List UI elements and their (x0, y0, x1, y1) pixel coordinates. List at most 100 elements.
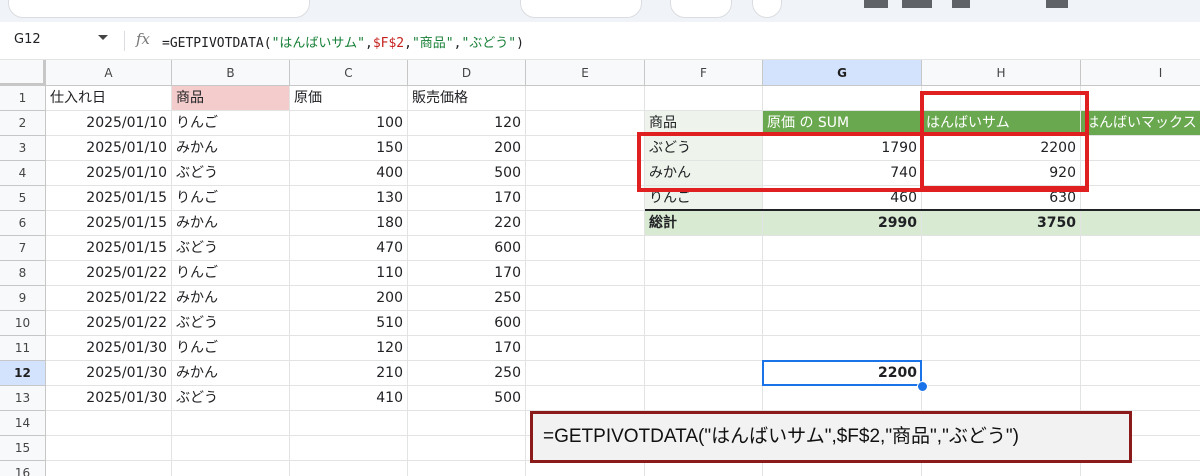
source-data-cell[interactable]: 100 (290, 111, 408, 136)
active-cell-selection[interactable] (762, 360, 922, 386)
empty-cell[interactable] (526, 386, 645, 411)
pivot-total-cell[interactable]: 2990 (763, 211, 922, 236)
empty-cell[interactable] (526, 236, 645, 261)
source-data-cell[interactable]: 250 (408, 361, 526, 386)
pivot-data-cell[interactable] (1081, 136, 1200, 161)
empty-cell[interactable] (46, 461, 172, 476)
row-header-2[interactable]: 2 (0, 111, 46, 136)
pivot-data-cell[interactable] (1081, 186, 1200, 211)
source-data-cell[interactable]: 180 (290, 211, 408, 236)
pivot-total-cell[interactable] (1081, 211, 1200, 236)
source-data-cell[interactable]: りんご (172, 336, 290, 361)
empty-cell[interactable] (1081, 86, 1200, 111)
column-header-c[interactable]: C (290, 60, 408, 86)
empty-cell[interactable] (1081, 461, 1200, 476)
row-header-14[interactable]: 14 (0, 411, 46, 436)
source-data-cell[interactable]: 110 (290, 261, 408, 286)
toolbar-icon[interactable] (864, 0, 888, 8)
formula-input[interactable]: =GETPIVOTDATA("はんばいサム",$F$2,"商品","ぶどう") (162, 32, 524, 51)
chevron-down-icon[interactable] (98, 35, 108, 40)
empty-cell[interactable] (645, 311, 763, 336)
empty-cell[interactable] (172, 411, 290, 436)
empty-cell[interactable] (526, 336, 645, 361)
source-data-cell[interactable]: 2025/01/15 (46, 186, 172, 211)
empty-cell[interactable] (763, 311, 922, 336)
column-header-g[interactable]: G (763, 60, 922, 86)
source-data-cell[interactable]: 2025/01/30 (46, 361, 172, 386)
empty-cell[interactable] (526, 461, 645, 476)
source-data-cell[interactable]: 2025/01/15 (46, 236, 172, 261)
empty-cell[interactable] (922, 311, 1081, 336)
column-header-e[interactable]: E (526, 60, 645, 86)
source-data-cell[interactable]: 200 (408, 136, 526, 161)
empty-cell[interactable] (645, 261, 763, 286)
source-data-cell[interactable]: みかん (172, 361, 290, 386)
source-data-cell[interactable]: 210 (290, 361, 408, 386)
empty-cell[interactable] (408, 461, 526, 476)
source-data-cell[interactable]: 120 (408, 111, 526, 136)
column-header-h[interactable]: H (922, 60, 1081, 86)
empty-cell[interactable] (645, 336, 763, 361)
empty-cell[interactable] (526, 86, 645, 111)
row-header-11[interactable]: 11 (0, 336, 46, 361)
source-data-cell[interactable]: 220 (408, 211, 526, 236)
empty-cell[interactable] (526, 211, 645, 236)
empty-cell[interactable] (290, 436, 408, 461)
source-data-cell[interactable]: 120 (290, 336, 408, 361)
source-data-cell[interactable]: ぶどう (172, 236, 290, 261)
empty-cell[interactable] (408, 411, 526, 436)
row-header-10[interactable]: 10 (0, 311, 46, 336)
empty-cell[interactable] (763, 461, 922, 476)
toolbar-control[interactable] (670, 0, 732, 18)
row-header-4[interactable]: 4 (0, 161, 46, 186)
empty-cell[interactable] (46, 411, 172, 436)
source-data-cell[interactable]: 2025/01/15 (46, 211, 172, 236)
empty-cell[interactable] (922, 336, 1081, 361)
fill-handle[interactable] (917, 381, 928, 392)
empty-cell[interactable] (763, 336, 922, 361)
source-data-cell[interactable]: 2025/01/10 (46, 111, 172, 136)
source-header-cell[interactable]: 仕入れ日 (46, 86, 172, 111)
source-data-cell[interactable]: みかん (172, 211, 290, 236)
source-data-cell[interactable]: 600 (408, 311, 526, 336)
source-data-cell[interactable]: 2025/01/30 (46, 336, 172, 361)
toolbar-icon[interactable] (952, 0, 970, 8)
empty-cell[interactable] (526, 111, 645, 136)
empty-cell[interactable] (645, 361, 763, 386)
empty-cell[interactable] (1081, 286, 1200, 311)
source-data-cell[interactable]: 600 (408, 236, 526, 261)
empty-cell[interactable] (645, 286, 763, 311)
source-data-cell[interactable]: りんご (172, 261, 290, 286)
source-data-cell[interactable]: 130 (290, 186, 408, 211)
row-header-16[interactable]: 16 (0, 461, 46, 476)
source-data-cell[interactable]: 510 (290, 311, 408, 336)
source-data-cell[interactable]: 500 (408, 386, 526, 411)
empty-cell[interactable] (46, 436, 172, 461)
empty-cell[interactable] (1081, 336, 1200, 361)
source-data-cell[interactable]: 2025/01/30 (46, 386, 172, 411)
source-data-cell[interactable]: 500 (408, 161, 526, 186)
source-data-cell[interactable]: 400 (290, 161, 408, 186)
row-header-7[interactable]: 7 (0, 236, 46, 261)
row-header-3[interactable]: 3 (0, 136, 46, 161)
empty-cell[interactable] (290, 411, 408, 436)
empty-cell[interactable] (645, 461, 763, 476)
empty-cell[interactable] (526, 361, 645, 386)
empty-cell[interactable] (922, 236, 1081, 261)
row-header-12[interactable]: 12 (0, 361, 46, 386)
empty-cell[interactable] (922, 386, 1081, 411)
empty-cell[interactable] (645, 86, 763, 111)
empty-cell[interactable] (763, 261, 922, 286)
source-header-cell[interactable]: 原価 (290, 86, 408, 111)
empty-cell[interactable] (526, 261, 645, 286)
column-header-a[interactable]: A (46, 60, 172, 86)
empty-cell[interactable] (1081, 261, 1200, 286)
row-header-13[interactable]: 13 (0, 386, 46, 411)
row-header-8[interactable]: 8 (0, 261, 46, 286)
empty-cell[interactable] (922, 286, 1081, 311)
source-data-cell[interactable]: 470 (290, 236, 408, 261)
name-box[interactable]: G12 (14, 32, 41, 47)
empty-cell[interactable] (526, 311, 645, 336)
row-header-6[interactable]: 6 (0, 211, 46, 236)
source-data-cell[interactable]: 250 (408, 286, 526, 311)
